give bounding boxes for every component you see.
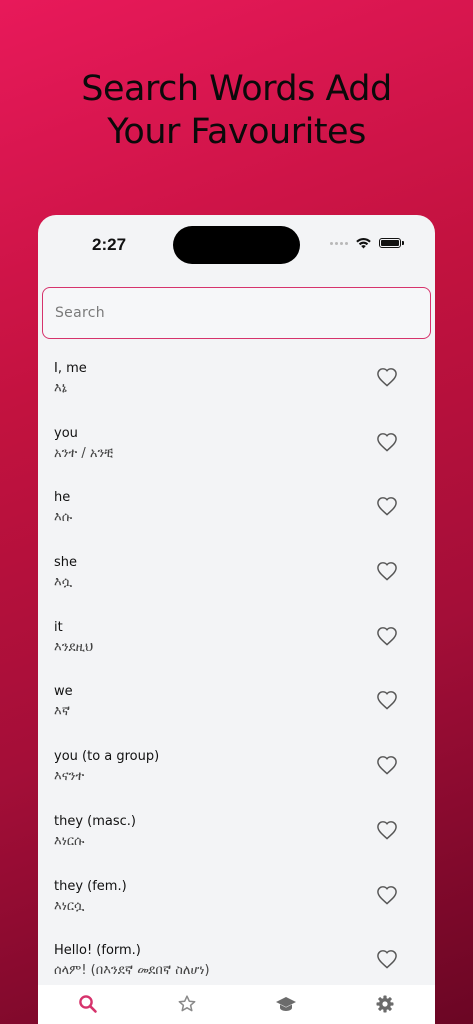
- word-amharic: ሰላም! (በእንደኛ መደበኛ ስለሆነ): [54, 963, 210, 979]
- favourite-heart-icon[interactable]: [375, 883, 399, 907]
- word-english: you: [54, 425, 78, 441]
- word-list-item[interactable]: I, me እኔ: [38, 351, 435, 416]
- favourite-heart-icon[interactable]: [375, 753, 399, 777]
- word-list-item[interactable]: you አንተ / አንቺ: [38, 416, 435, 481]
- word-english: he: [54, 490, 71, 506]
- word-english: you (to a group): [54, 749, 160, 765]
- phone-screen: 2:27 I, me እኔ you አንተ / አንቺ he እሱ she እሷ it እንደዚህ…: [38, 215, 435, 1024]
- graduation-cap-icon: [275, 994, 297, 1018]
- bottom-tab-bar: SearchFavouriteLearnSettings: [38, 985, 435, 1024]
- word-list: I, me እኔ you አንተ / አንቺ he እሱ she እሷ it እንደዚህ we እኛ y…: [38, 351, 435, 998]
- word-list-item[interactable]: we እኛ: [38, 674, 435, 739]
- favourite-heart-icon[interactable]: [375, 559, 399, 583]
- word-amharic: እሷ: [54, 575, 73, 591]
- word-list-item[interactable]: she እሷ: [38, 545, 435, 610]
- word-amharic: እኛ: [54, 704, 70, 720]
- tab-search[interactable]: Search: [38, 985, 137, 1024]
- favourite-heart-icon[interactable]: [375, 688, 399, 712]
- search-bar: [38, 275, 435, 339]
- cellular-signal-icon: [330, 241, 348, 245]
- battery-icon: [379, 238, 404, 248]
- search-icon: [78, 994, 98, 1018]
- word-list-item[interactable]: you (to a group) እናንተ: [38, 739, 435, 804]
- word-list-item[interactable]: he እሱ: [38, 480, 435, 545]
- favourite-heart-icon[interactable]: [375, 365, 399, 389]
- favourite-heart-icon[interactable]: [375, 624, 399, 648]
- word-list-item[interactable]: they (fem.) እነርሷ: [38, 869, 435, 934]
- dynamic-island: [173, 226, 300, 264]
- status-time: 2:27: [92, 235, 127, 254]
- favourite-heart-icon[interactable]: [375, 818, 399, 842]
- word-english: I, me: [54, 361, 87, 376]
- favourite-heart-icon[interactable]: [375, 947, 399, 971]
- word-list-item[interactable]: they (masc.) እነርሱ: [38, 804, 435, 869]
- status-bar: 2:27: [38, 215, 435, 275]
- word-english: Hello! (form.): [54, 943, 141, 959]
- headline-line-1: Search Words Add: [81, 69, 392, 109]
- search-input[interactable]: [42, 287, 431, 339]
- gear-icon: [375, 994, 395, 1018]
- favourite-heart-icon[interactable]: [375, 494, 399, 518]
- word-english: they (masc.): [54, 813, 136, 829]
- status-icons: [330, 237, 404, 249]
- promo-headline: Search Words Add Your Favourites: [0, 68, 473, 154]
- headline-line-2: Your Favourites: [107, 112, 366, 152]
- word-amharic: እሱ: [54, 510, 73, 526]
- word-amharic: እናንተ: [54, 769, 85, 785]
- word-amharic: እነርሷ: [54, 898, 85, 914]
- word-amharic: እኔ: [54, 381, 67, 396]
- word-english: they (fem.): [54, 878, 127, 894]
- star-icon: [177, 994, 197, 1018]
- favourite-heart-icon[interactable]: [375, 430, 399, 454]
- word-amharic: እነርሱ: [54, 833, 85, 849]
- tab-settings[interactable]: Settings: [336, 985, 435, 1024]
- word-amharic: እንደዚህ: [54, 639, 94, 655]
- word-english: it: [54, 619, 63, 635]
- tab-favourite[interactable]: Favourite: [137, 985, 236, 1024]
- word-amharic: አንተ / አንቺ: [54, 445, 114, 461]
- word-english: she: [54, 555, 78, 571]
- word-english: we: [54, 684, 73, 700]
- wifi-icon: [356, 237, 371, 249]
- tab-learn[interactable]: Learn: [237, 985, 336, 1024]
- word-list-item[interactable]: it እንደዚህ: [38, 610, 435, 675]
